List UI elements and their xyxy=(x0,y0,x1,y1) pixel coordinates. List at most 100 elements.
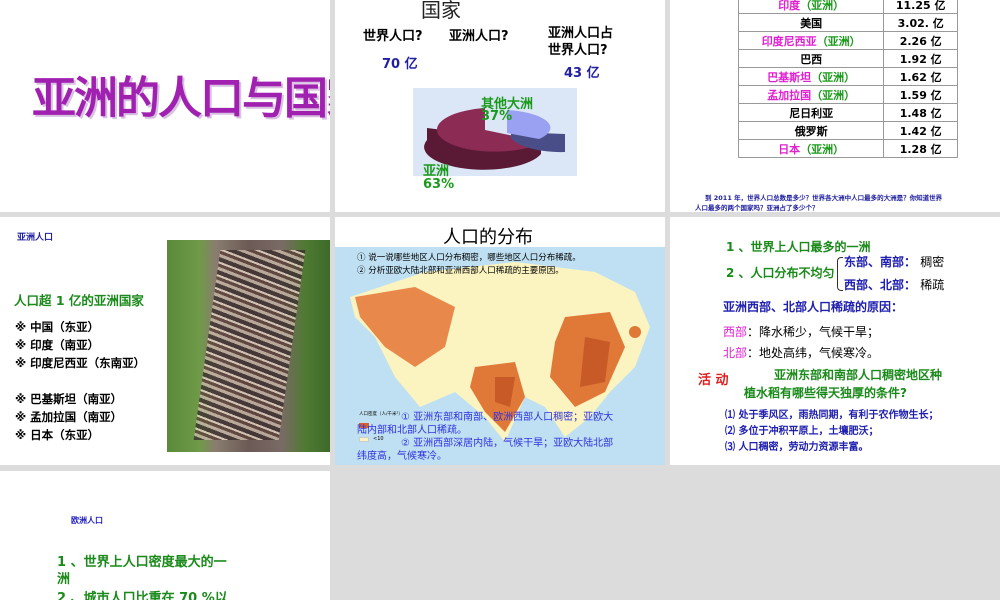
west-label: 西部 xyxy=(723,325,748,339)
table-row: 美国 3.02. 亿 xyxy=(737,13,958,32)
population-cell: 1.28 亿 xyxy=(883,139,958,158)
pie-label-asia-pct: 63% xyxy=(423,177,455,192)
pie-label-other-pct: 37% xyxy=(481,109,513,124)
answer-2b: 纬度高，气候寒冷。 xyxy=(357,451,447,462)
country-name: 印度尼西亚 xyxy=(761,34,817,48)
table-row: 印度尼西亚（亚洲） 2.26 亿 xyxy=(737,31,958,50)
continent-tag: （亚洲） xyxy=(811,70,856,84)
list-item: ※ 巴基斯坦（南亚） xyxy=(15,392,123,406)
table-row: 孟加拉国（亚洲） 1.59 亿 xyxy=(737,85,958,104)
table-row: 巴西 1.92 亿 xyxy=(737,49,958,68)
note-line-2: 人口最多的两个国家吗？亚洲占了多少个？ xyxy=(695,204,819,212)
slide-thumbnail-2[interactable]: 国家 世界人口? 亚洲人口? 亚洲人口占 世界人口? 70 亿 43 亿 其他大… xyxy=(335,0,665,212)
table-row: 俄罗斯 1.42 亿 xyxy=(737,121,958,140)
answer-3: ⑶ 人口稠密，劳动力资源丰富。 xyxy=(725,442,869,453)
map-legend-title: 人口密度（人/千米²） xyxy=(359,412,403,417)
west-text: ：降水稀少，气候干旱； xyxy=(747,325,880,339)
question-2: ② 分析亚欧大陆北部和亚洲西部人口稀疏的主要原因。 xyxy=(357,266,564,276)
population-cell: 1.92 亿 xyxy=(883,49,958,68)
sparse-label: 稀疏 xyxy=(920,278,945,292)
country-name: 印度 xyxy=(778,0,801,12)
west-north-label: 西部、北部： xyxy=(844,278,917,292)
west-north: 西部、北部： 稀疏 xyxy=(844,276,944,293)
crowded-train-photo xyxy=(167,240,330,452)
country-cell: 尼日利亚 xyxy=(737,103,885,122)
slide-title: 人口的分布 xyxy=(443,227,533,248)
continent-tag: （亚洲） xyxy=(800,0,845,12)
country-cell: 日本（亚洲） xyxy=(737,139,885,158)
slide-thumbnail-7[interactable]: 欧洲人口 1 、世界上人口密度最大的一 洲 2 、城市人口比重在 70 %以 xyxy=(0,471,330,600)
population-cell: 1.62 亿 xyxy=(883,67,958,86)
question-world: 世界人口? xyxy=(363,29,423,44)
country-name: 尼日利亚 xyxy=(789,106,834,120)
answer-asia-share: 43 亿 xyxy=(564,66,600,81)
continent-tag: （亚洲） xyxy=(811,88,856,102)
country-name: 孟加拉国 xyxy=(767,88,812,102)
slide-heading: 国家 xyxy=(421,0,461,22)
slide-heading: 人口超 1 亿的亚洲国家 xyxy=(14,293,144,308)
country-cell: 美国 xyxy=(737,13,885,32)
north-label: 北部 xyxy=(723,346,748,360)
east-south: 东部、南部： 稠密 xyxy=(844,253,944,270)
point-2: 2 、城市人口比重在 70 %以 xyxy=(57,591,228,600)
activity-label: 活 动 xyxy=(698,373,729,388)
population-cell: 1.48 亿 xyxy=(883,103,958,122)
answer-2: ⑵ 多位于冲积平原上，土壤肥沃； xyxy=(725,426,879,437)
population-cell: 1.42 亿 xyxy=(883,121,958,140)
population-cell: 11.25 亿 xyxy=(883,0,958,14)
table-row: 印度（亚洲） 11.25 亿 xyxy=(737,0,958,14)
slide-label: 欧洲人口 xyxy=(71,516,103,525)
activity-question-1: 亚洲东部和南部人口稠密地区种 xyxy=(774,368,943,382)
population-cell: 2.26 亿 xyxy=(883,31,958,50)
country-cell: 巴西 xyxy=(737,49,885,68)
country-name: 巴西 xyxy=(800,52,823,66)
table-row: 尼日利亚 1.48 亿 xyxy=(737,103,958,122)
slide-thumbnail-5[interactable]: 人口的分布 ① 说一说哪些地区人口分布稠密，哪些地区人口分布稀疏。 ② 分析亚欧… xyxy=(335,217,665,465)
country-name: 日本 xyxy=(778,142,801,156)
list-item: ※ 印度尼西亚（东南亚） xyxy=(15,356,146,370)
list-item: ※ 日本（东亚） xyxy=(15,428,100,442)
population-cell: 1.59 亿 xyxy=(883,85,958,104)
east-south-label: 东部、南部： xyxy=(844,255,917,269)
slide-thumbnail-4[interactable]: 亚洲人口 人口超 1 亿的亚洲国家 ※ 中国（东亚） ※ 印度（南亚） ※ 印度… xyxy=(0,217,330,465)
question-1: ① 说一说哪些地区人口分布稠密，哪些地区人口分布稀疏。 xyxy=(357,253,581,263)
population-cell: 3.02. 亿 xyxy=(883,13,958,32)
note-line-1: 到 2011 年，世界人口总数是多少？世界各大洲中人口最多的大洲是？你知道世界 xyxy=(705,194,943,202)
population-table: 印度（亚洲） 11.25 亿美国 3.02. 亿印度尼西亚（亚洲） 2.26 亿巴西 1… xyxy=(737,0,958,158)
list-item: ※ 印度（南亚） xyxy=(15,338,100,352)
legend-swatch-sparse xyxy=(359,437,369,442)
slide-thumbnail-3[interactable]: 印度（亚洲） 11.25 亿美国 3.02. 亿印度尼西亚（亚洲） 2.26 亿巴西 1… xyxy=(670,0,1000,212)
point-1b: 洲 xyxy=(57,572,71,587)
country-name: 美国 xyxy=(800,16,823,30)
north-text: ：地处高纬，气候寒冷。 xyxy=(747,346,880,360)
brace xyxy=(837,257,843,291)
point-1a: 1 、世界上人口密度最大的一 xyxy=(57,555,227,570)
slide-title: 亚洲的人口与国家 xyxy=(32,73,330,124)
question-asia: 亚洲人口? xyxy=(449,29,509,44)
country-cell: 孟加拉国（亚洲） xyxy=(737,85,885,104)
continent-tag: （亚洲） xyxy=(800,142,845,156)
answer-1: ⑴ 处于季风区，雨热同期，有利于农作物生长； xyxy=(725,410,939,421)
table-row: 日本（亚洲） 1.28 亿 xyxy=(737,139,958,158)
dense-label: 稠密 xyxy=(920,255,945,269)
country-cell: 印度（亚洲） xyxy=(737,0,885,14)
continent-tag: （亚洲） xyxy=(816,34,861,48)
country-cell: 印度尼西亚（亚洲） xyxy=(737,31,885,50)
country-list: ※ 中国（东亚） ※ 印度（南亚） ※ 印度尼西亚（东南亚） ※ 巴基斯坦（南亚… xyxy=(15,318,145,444)
country-cell: 俄罗斯 xyxy=(737,121,885,140)
list-item: ※ 中国（东亚） xyxy=(15,320,100,334)
point-2: 2 、人口分布不均匀 xyxy=(726,266,835,280)
slide-label: 亚洲人口 xyxy=(17,233,54,243)
country-name: 俄罗斯 xyxy=(794,124,828,138)
answer-world: 70 亿 xyxy=(382,57,418,72)
country-cell: 巴基斯坦（亚洲） xyxy=(737,67,885,86)
west-reason: 西部：降水稀少，气候干旱； xyxy=(723,323,879,340)
table-row: 巴基斯坦（亚洲） 1.62 亿 xyxy=(737,67,958,86)
legend-low: <10 xyxy=(373,436,384,442)
slide-thumbnail-6[interactable]: 1 、世界上人口最多的一洲 2 、人口分布不均匀 东部、南部： 稠密 西部、北部… xyxy=(670,217,1000,465)
slide-thumbnail-1[interactable]: 亚洲的人口与国家 xyxy=(0,0,330,212)
reason-heading: 亚洲西部、北部人口稀疏的原因： xyxy=(723,300,904,314)
activity-question-2: 植水稻有哪些得天独厚的条件? xyxy=(744,386,907,400)
question-share-b: 世界人口? xyxy=(548,43,608,58)
country-name: 巴基斯坦 xyxy=(767,70,812,84)
